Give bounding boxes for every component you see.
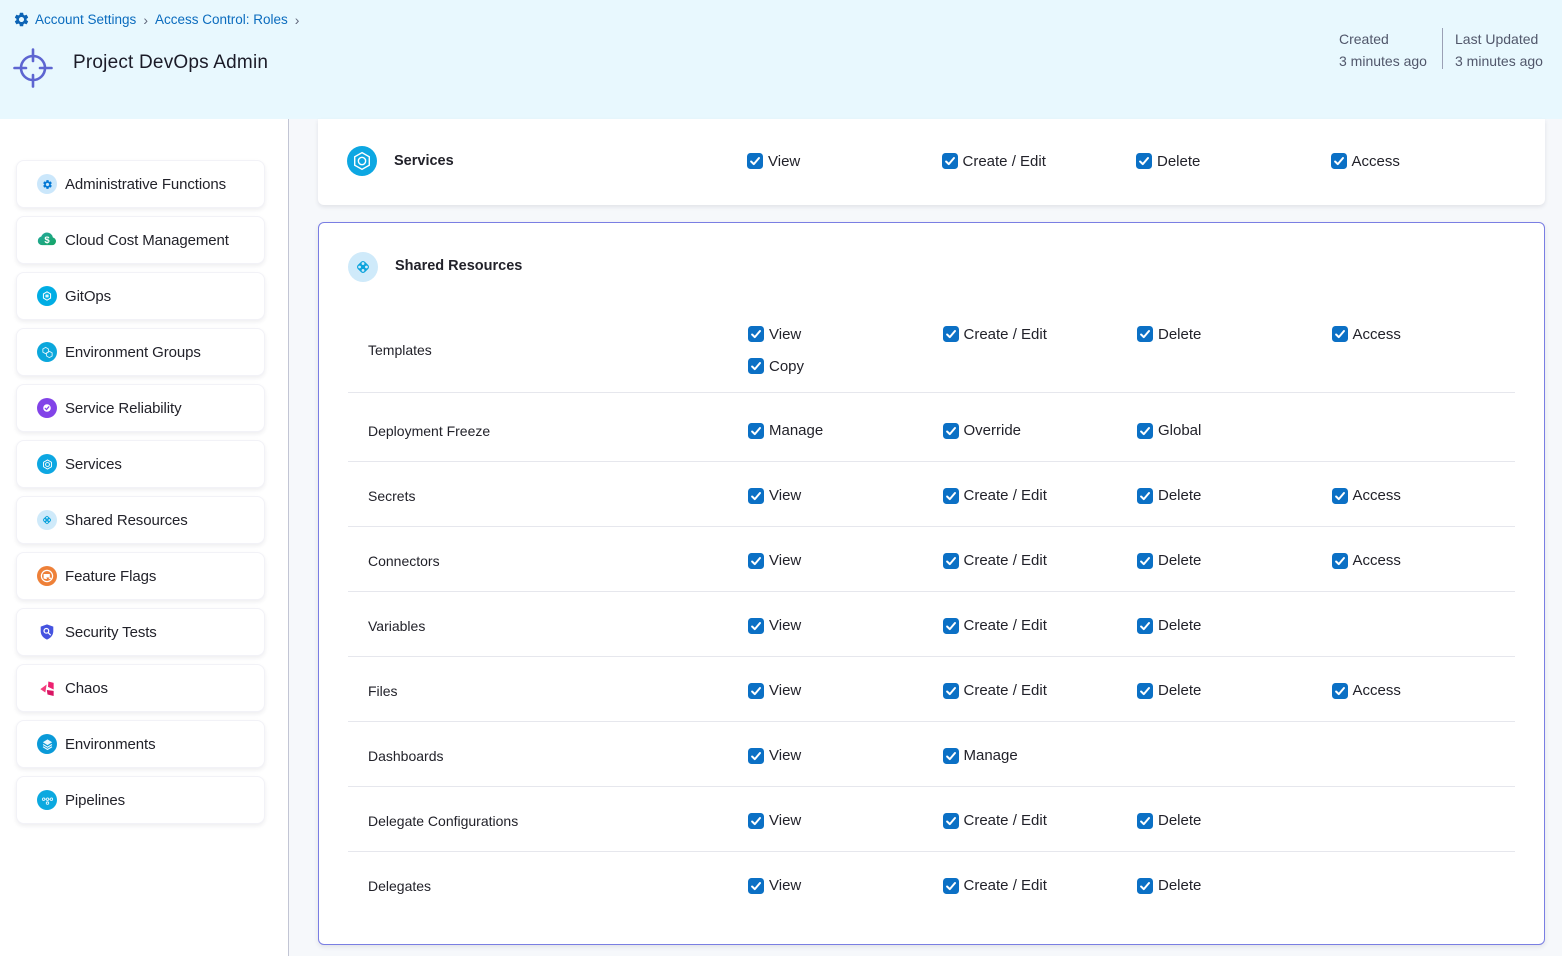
svg-text:$: $ bbox=[44, 235, 50, 246]
